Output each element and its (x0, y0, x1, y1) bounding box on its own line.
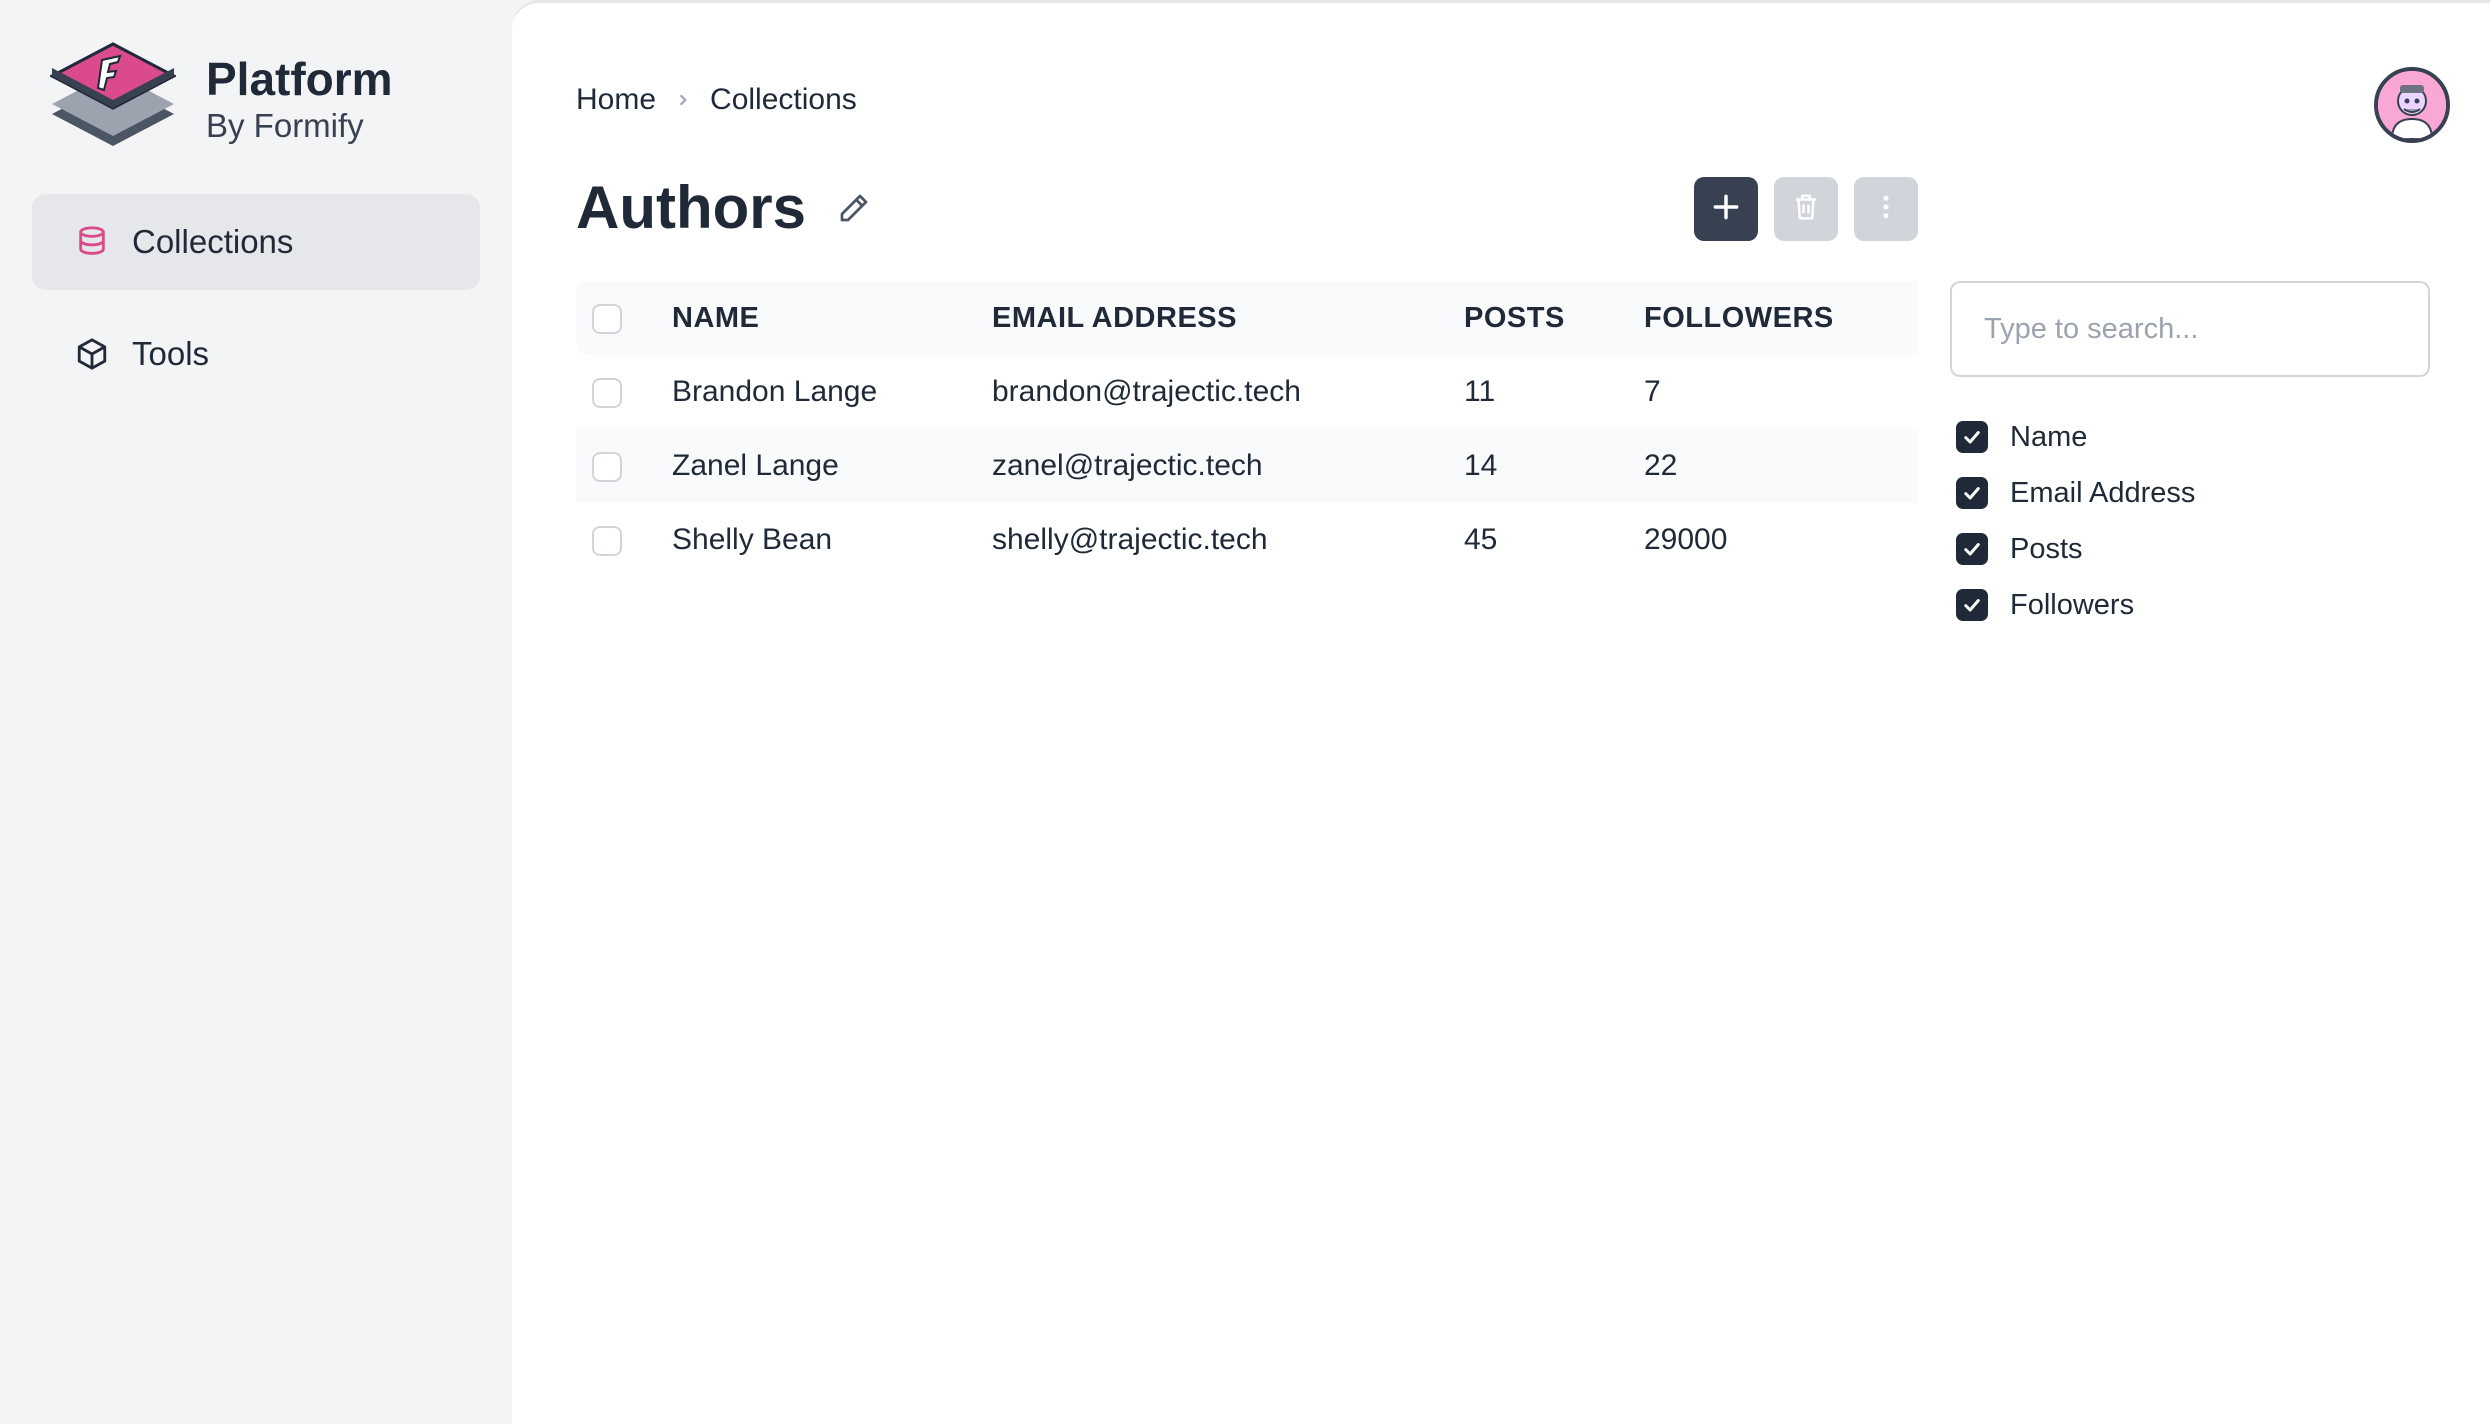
row-checkbox[interactable] (592, 452, 622, 483)
add-record-button[interactable] (1694, 177, 1758, 241)
column-visibility-list: Name Email Address Posts Followers (1956, 409, 2195, 633)
brand-subtitle: By Formify (206, 107, 364, 144)
cell-name: Zanel Lange (672, 449, 839, 482)
sidebar-item-label: Collections (132, 223, 294, 260)
trash-icon (1791, 192, 1821, 227)
row-checkbox[interactable] (592, 526, 622, 557)
plus-icon (1710, 191, 1742, 228)
column-toggle-email[interactable]: Email Address (1956, 465, 2195, 521)
breadcrumb: Home Collections (576, 83, 857, 117)
cell-followers: 29000 (1644, 523, 1728, 556)
cell-followers: 7 (1644, 375, 1661, 408)
row-checkbox[interactable] (592, 378, 622, 409)
brand[interactable]: Platform By Formify (48, 40, 393, 160)
cell-posts: 11 (1464, 375, 1496, 408)
table-header-row: NAME EMAIL ADDRESS POSTS FOLLOWERS (576, 281, 1918, 355)
sidebar-item-label: Tools (132, 335, 210, 372)
brand-title: Platform (206, 53, 393, 105)
records-table: NAME EMAIL ADDRESS POSTS FOLLOWERS Brand… (576, 281, 1918, 577)
column-toggle-label: Followers (2010, 588, 2135, 621)
avatar[interactable] (2374, 67, 2450, 143)
breadcrumb-home[interactable]: Home (576, 83, 656, 117)
cell-posts: 45 (1464, 523, 1498, 556)
checkmark-icon (1956, 533, 1988, 565)
column-toggle-label: Posts (2010, 532, 2083, 565)
cell-posts: 14 (1464, 449, 1498, 482)
pencil-icon[interactable] (834, 188, 874, 228)
table-row[interactable]: Zanel Lange zanel@trajectic.tech 14 22 (576, 429, 1918, 503)
main-panel: Home Collections Authors NAME EMAIL ADDR… (512, 0, 2490, 1424)
cell-email: shelly@trajectic.tech (992, 523, 1268, 556)
database-icon (74, 224, 110, 260)
column-header-followers[interactable]: FOLLOWERS (1644, 281, 1918, 355)
column-header-name[interactable]: NAME (672, 281, 992, 355)
sidebar-item-collections[interactable]: Collections (32, 194, 480, 290)
column-header-posts[interactable]: POSTS (1464, 281, 1644, 355)
table-row[interactable]: Brandon Lange brandon@trajectic.tech 11 … (576, 355, 1918, 429)
more-options-button[interactable] (1854, 177, 1918, 241)
column-toggle-posts[interactable]: Posts (1956, 521, 2195, 577)
column-toggle-followers[interactable]: Followers (1956, 577, 2195, 633)
column-toggle-name[interactable]: Name (1956, 409, 2195, 465)
more-vertical-icon (1871, 192, 1901, 227)
cell-email: zanel@trajectic.tech (992, 449, 1263, 482)
delete-records-button[interactable] (1774, 177, 1838, 241)
cell-name: Shelly Bean (672, 523, 833, 556)
breadcrumb-collections[interactable]: Collections (710, 83, 857, 117)
toolbar-actions (1694, 177, 1934, 241)
page-title: Authors (576, 174, 806, 241)
search-input[interactable] (1950, 281, 2430, 377)
cell-name: Brandon Lange (672, 375, 878, 408)
checkmark-icon (1956, 589, 1988, 621)
column-toggle-label: Email Address (2010, 476, 2196, 509)
sidebar: Platform By Formify Collections Tools (0, 0, 512, 1424)
select-all-checkbox[interactable] (592, 303, 622, 334)
column-toggle-label: Name (2010, 420, 2088, 453)
column-header-email[interactable]: EMAIL ADDRESS (992, 281, 1464, 355)
cell-email: brandon@trajectic.tech (992, 375, 1301, 408)
sidebar-nav: Collections Tools (32, 194, 480, 418)
chevron-right-icon (676, 93, 690, 107)
checkmark-icon (1956, 421, 1988, 453)
cell-followers: 22 (1644, 449, 1678, 482)
checkmark-icon (1956, 477, 1988, 509)
table-row[interactable]: Shelly Bean shelly@trajectic.tech 45 290… (576, 503, 1918, 577)
formify-logo-icon (48, 42, 178, 158)
page-title-row: Authors (576, 173, 874, 242)
sidebar-item-tools[interactable]: Tools (32, 306, 480, 402)
cube-icon (74, 336, 110, 372)
